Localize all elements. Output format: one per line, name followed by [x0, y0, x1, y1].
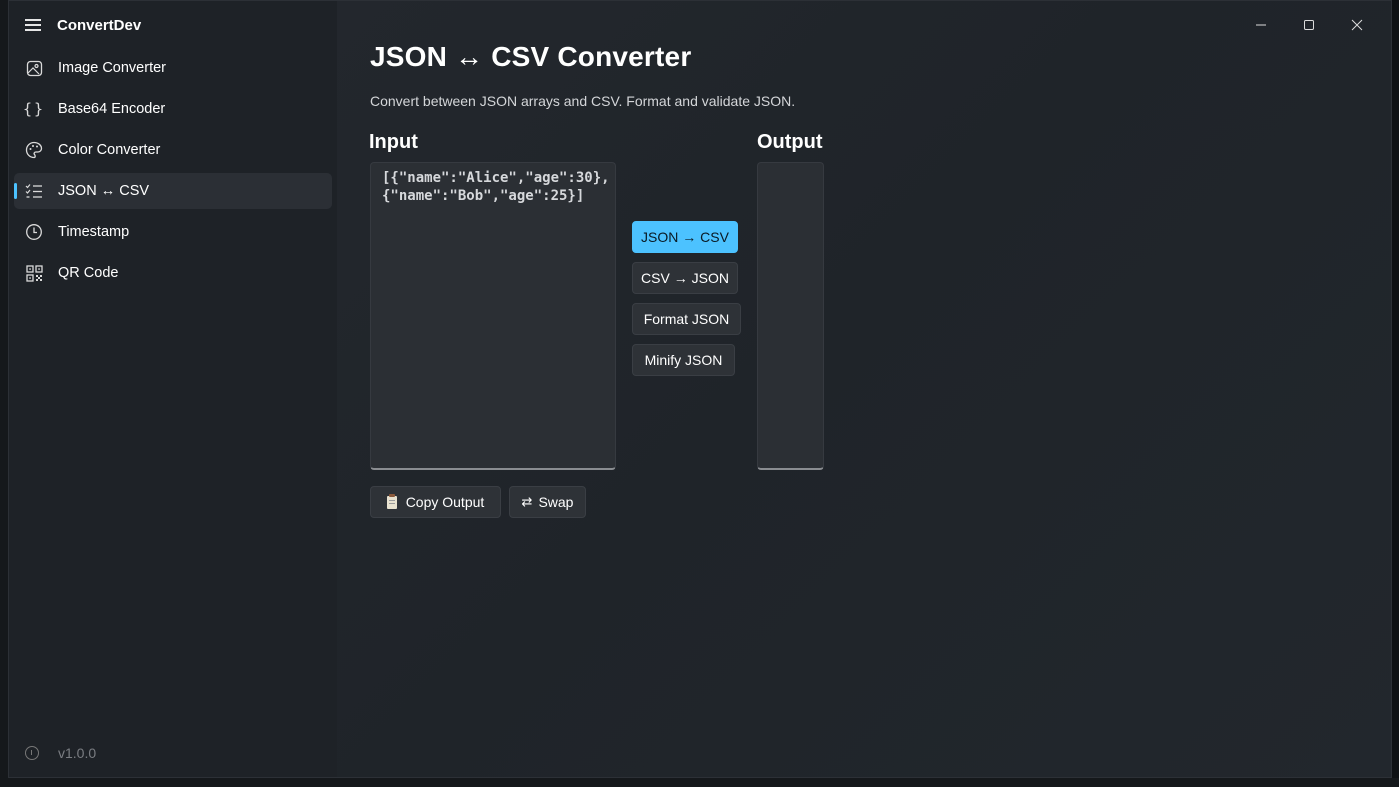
- version-info: v1.0.0: [25, 745, 96, 761]
- app-title: ConvertDev: [57, 17, 142, 34]
- input-textbox[interactable]: [{"name":"Alice","age":30}, {"name":"Bob…: [370, 162, 616, 470]
- window-controls: [1237, 9, 1381, 41]
- active-indicator: [14, 183, 17, 199]
- output-textbox[interactable]: [757, 162, 824, 470]
- sidebar-item-color-converter[interactable]: Color Converter: [14, 132, 332, 168]
- clipboard-icon: [386, 493, 397, 509]
- qr-code-icon: [25, 264, 43, 282]
- sidebar-item-label: Base64 Encoder: [58, 101, 166, 117]
- input-text: [{"name":"Alice","age":30}, {"name":"Bob…: [382, 170, 610, 204]
- sidebar-item-json-csv[interactable]: JSON ↔ CSV: [14, 173, 332, 209]
- json-to-csv-button[interactable]: JSON → CSV: [632, 221, 738, 253]
- sidebar-item-image-converter[interactable]: Image Converter: [14, 50, 332, 86]
- sidebar: ConvertDev Image Converter {} Base64 Enc…: [9, 1, 337, 777]
- sidebar-item-label: Color Converter: [58, 142, 161, 158]
- swap-icon: ⇄: [521, 494, 533, 509]
- braces-icon: {}: [22, 100, 46, 118]
- desktop-background-bottom: [0, 778, 1399, 787]
- input-label: Input: [369, 131, 418, 153]
- swap-label: Swap: [538, 494, 574, 510]
- info-icon: [25, 746, 39, 760]
- maximize-button[interactable]: [1285, 9, 1333, 41]
- hamburger-menu-icon[interactable]: [25, 18, 41, 32]
- sidebar-item-base64-encoder[interactable]: {} Base64 Encoder: [14, 91, 332, 127]
- format-json-button[interactable]: Format JSON: [632, 303, 741, 335]
- version-label: v1.0.0: [58, 745, 97, 761]
- sidebar-item-label: Image Converter: [58, 60, 166, 76]
- list-check-icon: [25, 182, 43, 200]
- output-label: Output: [757, 131, 823, 153]
- sidebar-item-label: Timestamp: [58, 224, 130, 240]
- app-header: ConvertDev: [9, 1, 337, 51]
- maximize-icon: [1304, 20, 1314, 30]
- clock-icon: [25, 223, 43, 241]
- page-description: Convert between JSON arrays and CSV. For…: [370, 93, 796, 109]
- copy-output-button[interactable]: Copy Output: [370, 486, 501, 518]
- copy-output-label: Copy Output: [405, 494, 485, 510]
- csv-to-json-button[interactable]: CSV → JSON: [632, 262, 738, 294]
- minimize-button[interactable]: [1237, 9, 1285, 41]
- swap-button[interactable]: ⇄ Swap: [509, 486, 586, 518]
- sidebar-item-qr-code[interactable]: QR Code: [14, 255, 332, 291]
- close-icon: [1351, 19, 1363, 31]
- sidebar-item-label: QR Code: [58, 265, 119, 281]
- minify-json-button[interactable]: Minify JSON: [632, 344, 735, 376]
- minimize-icon: [1256, 24, 1266, 26]
- page-title: JSON ↔ CSV Converter: [370, 41, 692, 72]
- close-button[interactable]: [1333, 9, 1381, 41]
- app-window: ConvertDev Image Converter {} Base64 Enc…: [8, 0, 1392, 778]
- main-content: JSON ↔ CSV Converter Convert between JSO…: [337, 1, 1391, 777]
- image-icon: [25, 59, 43, 77]
- sidebar-item-timestamp[interactable]: Timestamp: [14, 214, 332, 250]
- palette-icon: [25, 141, 43, 159]
- sidebar-item-label: JSON ↔ CSV: [58, 183, 150, 199]
